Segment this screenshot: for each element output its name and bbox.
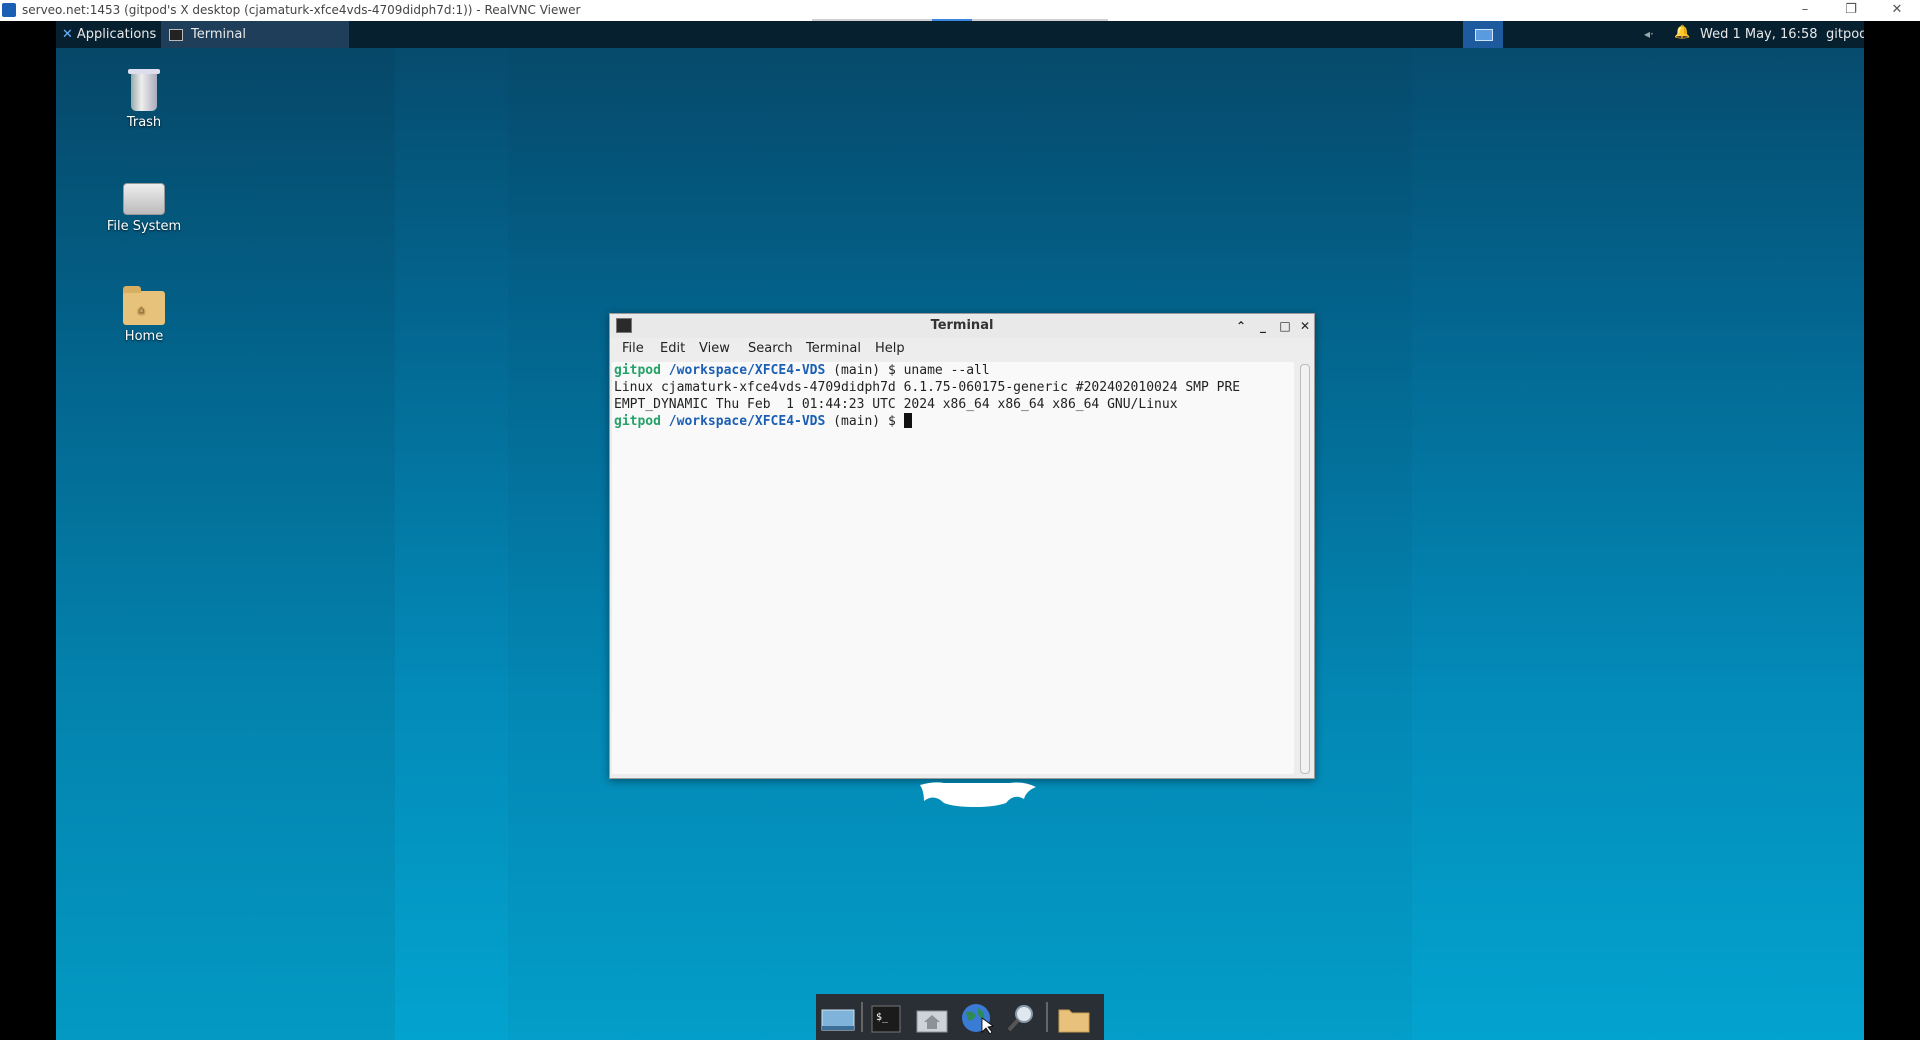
svg-text:$_: $_	[876, 1012, 889, 1023]
text-cursor	[903, 413, 912, 428]
xfce-logo-icon: ✕	[62, 27, 73, 42]
bottom-dock: $_	[816, 994, 1104, 1040]
drive-icon	[123, 183, 165, 215]
vnc-restore-button[interactable]: ❐	[1828, 0, 1874, 21]
terminal-scrollbar[interactable]	[1300, 364, 1310, 774]
desktop-icon-home[interactable]: ⌂ Home	[104, 286, 184, 344]
vnc-window-title: serveo.net:1453 (gitpod's X desktop (cja…	[22, 3, 581, 17]
terminal-icon[interactable]: $_	[868, 1002, 904, 1034]
realvnc-icon	[2, 3, 16, 17]
desktop-icon-trash[interactable]: Trash	[104, 69, 184, 130]
taskbar-terminal-label: Terminal	[191, 27, 246, 42]
vnc-minimize-button[interactable]: –	[1782, 0, 1828, 21]
show-desktop-icon[interactable]	[820, 1002, 856, 1034]
terminal-titlebar[interactable]: Terminal ⌃ _ □ ✕	[610, 314, 1314, 338]
taskbar-terminal-button[interactable]: Terminal	[161, 21, 349, 48]
prompt-tail: (main) $	[825, 414, 904, 429]
terminal-window-title: Terminal	[930, 318, 994, 333]
web-browser-icon[interactable]	[958, 1002, 994, 1034]
menu-help[interactable]: Help	[875, 341, 905, 356]
desktop-icon-label: File System	[106, 219, 182, 234]
terminal-icon	[169, 28, 183, 41]
terminal-output[interactable]: gitpod /workspace/XFCE4-VDS (main) $ una…	[612, 362, 1294, 774]
speaker-icon[interactable]: ◂·	[1644, 27, 1654, 41]
desktop-icon-label: Home	[124, 329, 164, 344]
panel-clock[interactable]: Wed 1 May, 16:58	[1700, 21, 1817, 48]
workspace-switcher[interactable]	[1463, 21, 1503, 48]
xfce-mascot-logo	[920, 782, 1036, 807]
menu-view[interactable]: View	[699, 341, 730, 356]
workspace-icon	[1475, 29, 1493, 41]
notification-bell-icon[interactable]: 🔔	[1674, 25, 1690, 40]
vnc-titlebar: serveo.net:1453 (gitpod's X desktop (cja…	[0, 0, 1920, 21]
desktop-icon-label: Trash	[126, 115, 162, 130]
trash-icon	[128, 69, 160, 111]
prompt-path: /workspace/XFCE4-VDS	[668, 363, 826, 378]
terminal-line: gitpod /workspace/XFCE4-VDS (main) $	[612, 413, 1294, 430]
shade-button[interactable]: ⌃	[1232, 316, 1250, 336]
terminal-window[interactable]: Terminal ⌃ _ □ ✕ File Edit View Search T…	[609, 313, 1315, 779]
vnc-close-button[interactable]: ✕	[1874, 0, 1920, 21]
top-panel: ✕Applications ⋮ Terminal ◂· 🔔 Wed 1 May,…	[56, 21, 1864, 48]
panel-user[interactable]: gitpod	[1826, 21, 1864, 48]
terminal-line: EMPT_DYNAMIC Thu Feb 1 01:44:23 UTC 2024…	[614, 397, 1178, 412]
menu-search[interactable]: Search	[748, 341, 793, 356]
desktop-icon-file-system[interactable]: File System	[104, 183, 184, 234]
home-folder-icon: ⌂	[123, 286, 165, 325]
close-button[interactable]: ✕	[1296, 316, 1314, 336]
terminal-line: gitpod /workspace/XFCE4-VDS (main) $ una…	[612, 362, 1294, 379]
applications-label: Applications	[76, 27, 157, 42]
remote-desktop[interactable]: ✕Applications ⋮ Terminal ◂· 🔔 Wed 1 May,…	[56, 21, 1864, 1040]
maximize-button[interactable]: □	[1276, 316, 1294, 336]
terminal-menubar: File Edit View Search Terminal Help	[610, 338, 1314, 360]
terminal-line: Linux cjamaturk-xfce4vds-4709didph7d 6.1…	[614, 380, 1241, 395]
folder-icon[interactable]	[1056, 1002, 1092, 1034]
dock-separator	[1046, 1002, 1048, 1032]
dock-separator	[861, 1002, 863, 1032]
prompt-user: gitpod	[614, 414, 661, 429]
menu-terminal[interactable]: Terminal	[806, 341, 861, 356]
prompt-user: gitpod	[614, 363, 661, 378]
command-text: (main) $ uname --all	[825, 363, 990, 378]
minimize-button[interactable]: _	[1254, 316, 1272, 336]
prompt-path: /workspace/XFCE4-VDS	[668, 414, 826, 429]
home-folder-icon[interactable]	[914, 1002, 950, 1034]
menu-file[interactable]: File	[622, 341, 644, 356]
menu-edit[interactable]: Edit	[660, 341, 685, 356]
search-icon[interactable]	[1004, 1002, 1040, 1034]
